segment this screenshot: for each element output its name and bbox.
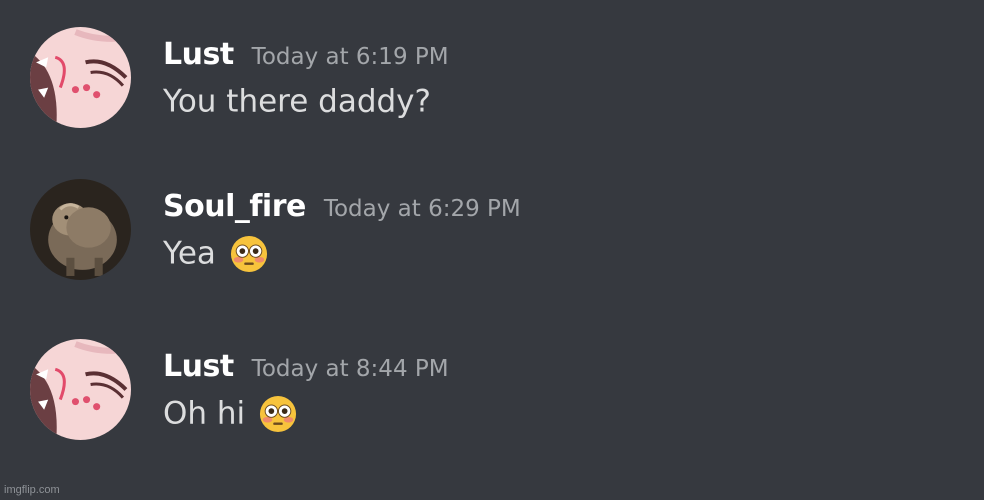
lion-avatar-icon bbox=[30, 179, 131, 280]
timestamp: Today at 8:44 PM bbox=[251, 356, 449, 382]
watermark: imgflip.com bbox=[4, 484, 60, 496]
message-text: You there daddy? bbox=[163, 83, 431, 120]
message-content: Yea bbox=[163, 234, 268, 273]
message-content: Oh hi bbox=[163, 394, 297, 433]
chat-messages: Lust Today at 6:19 PM You there daddy? So… bbox=[0, 0, 984, 500]
user-avatar[interactable] bbox=[30, 179, 131, 280]
message-text: Yea bbox=[163, 235, 216, 272]
user-avatar[interactable] bbox=[30, 27, 131, 128]
username[interactable]: Lust bbox=[163, 37, 234, 72]
lust-avatar-icon bbox=[30, 27, 131, 128]
message-content: You there daddy? bbox=[163, 82, 431, 120]
timestamp: Today at 6:29 PM bbox=[323, 196, 521, 222]
chat-message: Lust Today at 6:19 PM You there daddy? bbox=[0, 27, 984, 137]
message-header: Lust Today at 8:44 PM bbox=[163, 349, 449, 393]
message-header: Soul_fire Today at 6:29 PM bbox=[163, 189, 521, 233]
message-text: Oh hi bbox=[163, 395, 246, 432]
message-header: Lust Today at 6:19 PM bbox=[163, 37, 449, 81]
timestamp: Today at 6:19 PM bbox=[251, 44, 449, 70]
user-avatar[interactable] bbox=[30, 339, 131, 440]
chat-message: Soul_fire Today at 6:29 PM Yea bbox=[0, 179, 984, 289]
username[interactable]: Lust bbox=[163, 349, 234, 384]
flushed-face-emoji bbox=[230, 235, 268, 273]
flushed-face-emoji bbox=[259, 395, 297, 433]
lust-avatar-icon bbox=[30, 339, 131, 440]
chat-message: Lust Today at 8:44 PM Oh hi bbox=[0, 339, 984, 449]
username[interactable]: Soul_fire bbox=[163, 189, 306, 224]
